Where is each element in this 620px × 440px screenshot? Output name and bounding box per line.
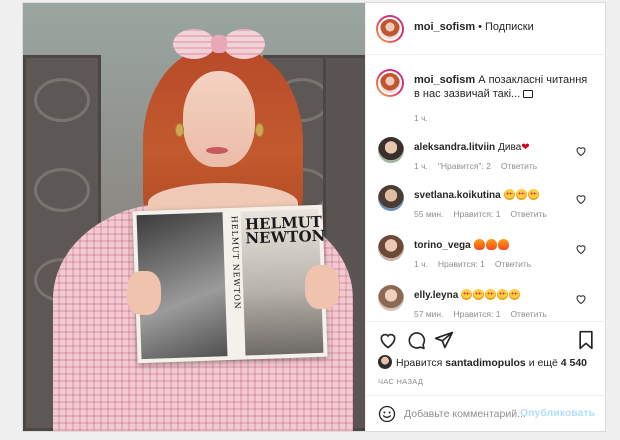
comment-text: elly.leyna xyxy=(414,289,569,302)
share-paper-plane-icon[interactable] xyxy=(434,330,454,350)
caption-time: 1 ч. xyxy=(414,113,428,123)
like-comment-heart-icon[interactable] xyxy=(575,243,587,255)
commenter-username[interactable]: svetlana.koikutina xyxy=(414,190,501,201)
header-separator: • xyxy=(478,21,482,33)
caption: moi_sofism А позакласні читання в нас за… xyxy=(414,73,594,101)
heart-eyes-emoji-icon xyxy=(503,189,515,200)
book-icon xyxy=(523,90,534,99)
comment-time: 1 ч. xyxy=(414,161,428,171)
comment-input[interactable] xyxy=(404,405,532,423)
earring-right xyxy=(255,123,264,137)
publish-button[interactable]: Опубликовать xyxy=(520,407,595,419)
heart-eyes-emoji-icon xyxy=(527,189,539,200)
like-comment-heart-icon[interactable] xyxy=(575,293,587,305)
author-avatar[interactable] xyxy=(376,15,404,43)
hair-bow xyxy=(173,25,265,63)
post-header: moi_sofism • Подписки xyxy=(366,3,607,55)
woman-lips xyxy=(206,147,228,154)
likes-count[interactable]: 4 540 xyxy=(561,357,587,369)
red-heart-icon: ❤ xyxy=(521,142,530,153)
comment-bubble-icon[interactable] xyxy=(406,330,426,350)
reply-button[interactable]: Ответить xyxy=(501,161,537,171)
book-cover-text: HELMUT NEWTON xyxy=(244,212,326,248)
likes-summary: Нравится santadimopulos и ещё 4 540 xyxy=(378,355,587,369)
commenter-avatar[interactable] xyxy=(378,137,404,163)
fire-emoji-icon xyxy=(473,239,485,250)
comment-time: 1 ч. xyxy=(414,259,428,269)
like-comment-heart-icon[interactable] xyxy=(575,193,587,205)
header-username-row: moi_sofism • Подписки xyxy=(414,21,534,33)
heart-eyes-emoji-icon xyxy=(515,189,527,200)
earring-left xyxy=(175,123,184,137)
comment-likes[interactable]: Нравится: 1 xyxy=(438,259,485,269)
comment-meta: 1 ч. Нравится: 1 Ответить xyxy=(414,259,541,269)
reply-button[interactable]: Ответить xyxy=(495,259,531,269)
comment-likes[interactable]: Нравится: 1 xyxy=(453,309,500,319)
commenter-avatar[interactable] xyxy=(378,235,404,261)
post-photo[interactable]: HELMUT NEWTON HELMUT NEWTON xyxy=(23,3,365,431)
save-bookmark-icon[interactable] xyxy=(576,330,596,350)
comment-text: aleksandra.litviin Дива❤ xyxy=(414,141,569,154)
commenter-avatar[interactable] xyxy=(378,185,404,211)
add-comment-bar: Опубликовать xyxy=(366,395,607,431)
like-comment-heart-icon[interactable] xyxy=(575,145,587,157)
hand-left xyxy=(127,271,161,315)
comment-meta: 55 мин. Нравится: 1 Ответить xyxy=(414,209,557,219)
comment-text: svetlana.koikutina xyxy=(414,189,569,202)
comment-time: 55 мин. xyxy=(414,209,444,219)
author-username[interactable]: moi_sofism xyxy=(414,21,475,33)
comment-likes[interactable]: Нравится: 1 xyxy=(453,209,500,219)
comment-time: 57 мин. xyxy=(414,309,444,319)
commenter-username[interactable]: elly.leyna xyxy=(414,290,458,301)
commenter-username[interactable]: aleksandra.litviin xyxy=(414,142,495,153)
likes-prefix: Нравится xyxy=(396,357,443,369)
helmut-newton-book: HELMUT NEWTON HELMUT NEWTON xyxy=(132,204,328,364)
comment-item: svetlana.koikutina 55 мин. Нравится: 1 Отв… xyxy=(366,185,607,235)
caption-username[interactable]: moi_sofism xyxy=(414,74,475,86)
instagram-post-modal: HELMUT NEWTON HELMUT NEWTON moi_sofism • П… xyxy=(22,2,607,432)
post-side-panel: moi_sofism • Подписки moi_sofism А позакла… xyxy=(365,3,607,431)
emoji-smiley-icon[interactable] xyxy=(378,405,396,423)
heart-eyes-emoji-icon xyxy=(497,289,509,300)
commenter-username[interactable]: torino_vega xyxy=(414,240,471,251)
hand-right xyxy=(305,265,339,309)
liker-username[interactable]: santadimopulos xyxy=(445,357,526,369)
comment-item: aleksandra.litviin Дива❤ 1 ч. "Нравится": … xyxy=(366,137,607,187)
fire-emoji-icon xyxy=(497,239,509,250)
commenter-avatar[interactable] xyxy=(378,285,404,311)
comment-meta: 57 мин. Нравится: 1 Ответить xyxy=(414,309,557,319)
likes-suffix: и ещё xyxy=(528,357,558,369)
heart-eyes-emoji-icon xyxy=(509,289,521,300)
reply-button[interactable]: Ответить xyxy=(510,309,546,319)
heart-eyes-emoji-icon xyxy=(473,289,485,300)
comment-likes[interactable]: "Нравится": 2 xyxy=(438,161,491,171)
post-timestamp[interactable]: час назад xyxy=(378,377,423,386)
comment-body: Дива xyxy=(498,142,522,153)
heart-eyes-emoji-icon xyxy=(461,289,473,300)
heart-eyes-emoji-icon xyxy=(485,289,497,300)
comment-text: torino_vega xyxy=(414,239,569,252)
following-label[interactable]: Подписки xyxy=(485,21,534,33)
comments-list[interactable]: moi_sofism А позакласні читання в нас за… xyxy=(366,59,607,321)
post-action-bar xyxy=(366,321,607,355)
comment-meta: 1 ч. "Нравится": 2 Ответить xyxy=(414,161,547,171)
reply-button[interactable]: Ответить xyxy=(510,209,546,219)
fire-emoji-icon xyxy=(485,239,497,250)
book-spine-text: HELMUT NEWTON xyxy=(229,215,242,310)
like-heart-icon[interactable] xyxy=(378,330,398,350)
liker-avatar[interactable] xyxy=(378,355,392,369)
caption-avatar[interactable] xyxy=(376,69,404,97)
comment-item: torino_vega 1 ч. Нравится: 1 Ответить xyxy=(366,235,607,285)
